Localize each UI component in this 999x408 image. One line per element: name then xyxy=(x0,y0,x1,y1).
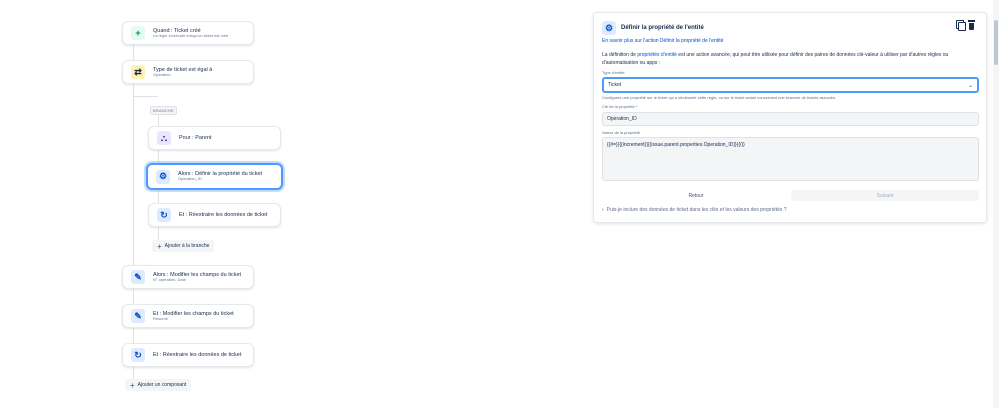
condition-card[interactable]: ⇄ Type de ticket est égal à Opération xyxy=(122,60,254,84)
back-button[interactable]: Retour xyxy=(602,190,790,201)
add-component-label: Ajouter un composant xyxy=(137,382,187,388)
desc-prefix: La définition de xyxy=(602,52,638,58)
edit-fields-card-1[interactable]: ✎ Alors : Modifier les champs du ticket … xyxy=(122,265,254,289)
add-component-button[interactable]: + Ajouter un composant xyxy=(125,379,192,391)
trigger-card[interactable]: + Quand : Ticket créé La règle s'exécute… xyxy=(122,21,254,45)
entity-type-select[interactable]: Ticket ⌄ xyxy=(602,77,979,93)
branch-and-title: Et : Réextraire les données de ticket xyxy=(179,211,268,218)
refresh-icon: ↻ xyxy=(131,348,145,362)
entity-type-value: Ticket xyxy=(608,82,622,88)
copy-icon[interactable] xyxy=(955,20,966,31)
next-button[interactable]: Suivant xyxy=(791,190,979,201)
plus-icon: + xyxy=(130,380,135,390)
panel-header: ⚙ Définir la propriété de l'entité xyxy=(602,21,704,35)
refetch-title: Et : Réextraire les données de ticket xyxy=(153,351,242,358)
faq-text: Puis-je inclure des données de ticket da… xyxy=(606,207,787,213)
branch-connector-h xyxy=(133,96,158,97)
entity-properties-link[interactable]: propriétés d'entité xyxy=(637,52,677,58)
chevron-right-icon: › xyxy=(602,207,604,213)
add-to-branch-label: Ajouter à la branche xyxy=(164,243,210,249)
refresh-icon: ↻ xyxy=(157,208,171,222)
panel-description: La définition de propriétés d'entité est… xyxy=(602,51,972,67)
plus-icon: + xyxy=(131,26,145,40)
add-to-branch-button[interactable]: + Ajouter à la branche xyxy=(152,240,215,252)
branch-action-sub: Operation_ID xyxy=(178,176,202,182)
property-value-text: {{#=}}{{increment}}{{issue.parent.proper… xyxy=(607,142,745,148)
entity-type-label: Type d'entité xyxy=(602,70,625,75)
branch-badge: BRANCHE xyxy=(150,106,177,115)
entity-type-hint: Configurez une propriété sur le ticket q… xyxy=(602,95,837,100)
gear-icon: ⚙ xyxy=(156,169,170,184)
property-key-input[interactable]: Operation_ID xyxy=(602,112,979,126)
property-key-value: Operation_ID xyxy=(607,116,637,122)
hierarchy-icon: ⛬ xyxy=(157,131,171,145)
condition-sub: Opération xyxy=(153,71,171,77)
chevron-down-icon: ⌄ xyxy=(967,83,973,89)
config-panel: ⚙ Définir la propriété de l'entité En sa… xyxy=(593,12,987,223)
panel-title: Définir la propriété de l'entité xyxy=(621,25,704,31)
scrollbar[interactable] xyxy=(993,0,999,408)
gear-icon: ⚙ xyxy=(602,21,616,35)
branch-for-card[interactable]: ⛬ Pour : Parent xyxy=(148,126,281,150)
refetch-card[interactable]: ↻ Et : Réextraire les données de ticket xyxy=(122,343,254,367)
panel-actions xyxy=(952,20,976,31)
trash-icon[interactable] xyxy=(967,20,976,30)
edit2-sub: Résumé xyxy=(153,315,168,321)
plus-icon: + xyxy=(157,241,162,251)
faq-expander[interactable]: › Puis-je inclure des données de ticket d… xyxy=(602,207,787,213)
shuffle-icon: ⇄ xyxy=(131,65,145,79)
branch-and-card[interactable]: ↻ Et : Réextraire les données de ticket xyxy=(148,203,281,227)
property-value-textarea[interactable]: {{#=}}{{increment}}{{issue.parent.proper… xyxy=(602,137,979,181)
pencil-icon: ✎ xyxy=(131,309,145,323)
rule-builder-canvas: + Quand : Ticket créé La règle s'exécute… xyxy=(0,0,999,408)
property-value-label: Valeur de la propriété xyxy=(602,130,640,135)
learn-more-link[interactable]: En savoir plus sur l'action Définir la p… xyxy=(602,38,723,44)
trigger-sub: La règle s'exécute lorsqu'un ticket est … xyxy=(153,32,229,38)
branch-action-card[interactable]: ⚙ Alors : Définir la propriété du ticket… xyxy=(146,163,283,190)
property-key-label: Clé de la propriété * xyxy=(602,104,638,109)
branch-for-title: Pour : Parent xyxy=(179,134,212,141)
pencil-icon: ✎ xyxy=(131,270,145,284)
scrollbar-thumb[interactable] xyxy=(994,20,998,65)
edit1-sub: N° opération, Date xyxy=(153,276,186,282)
edit-fields-card-2[interactable]: ✎ Et : Modifier les champs du ticket Rés… xyxy=(122,304,254,328)
